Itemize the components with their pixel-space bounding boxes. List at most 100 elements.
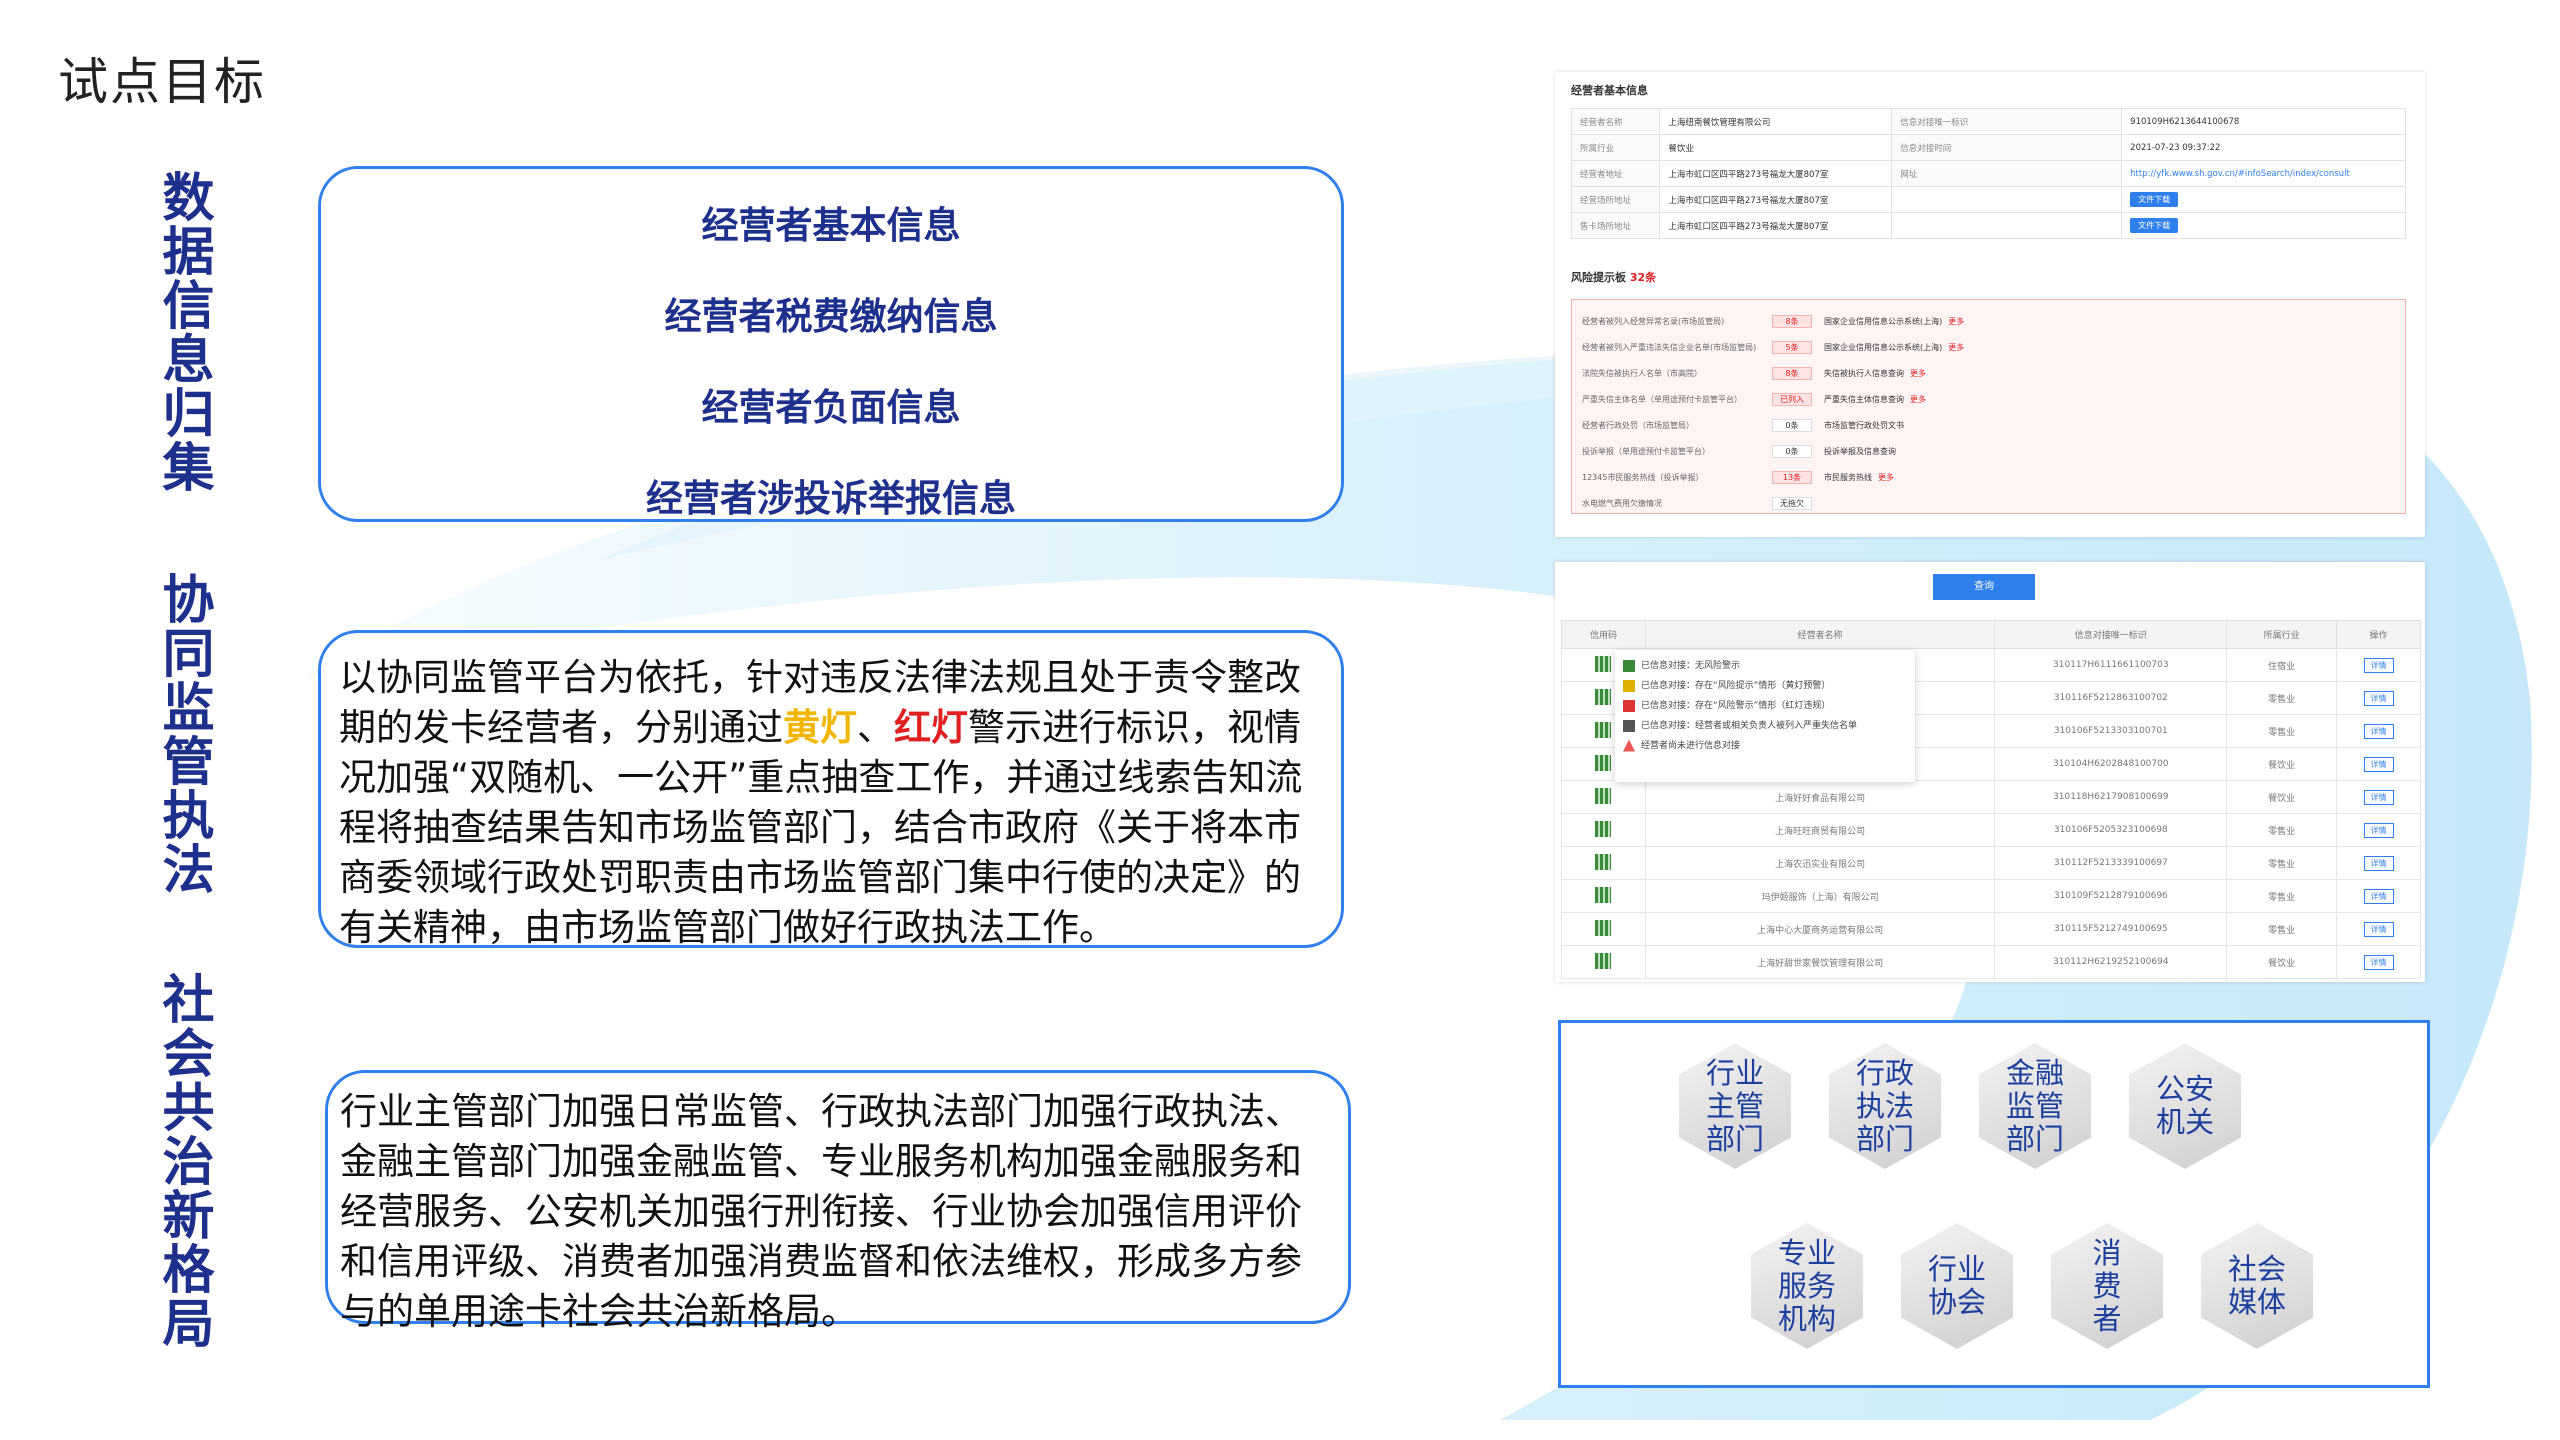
risk-row: 严重失信主体名单（单用途预付卡监管平台） 已列入 严重失信主体信息查询 更多 xyxy=(1582,386,2395,412)
legend-text: 已信息对接：存在“风险警示”情形（红灯违规） xyxy=(1641,701,1831,711)
slide-title: 试点目标 xyxy=(58,53,266,111)
detail-button[interactable]: 详情 xyxy=(2363,954,2394,970)
field-label: 经营者地址 xyxy=(1570,160,1661,187)
risk-row: 12345市民服务热线（投诉举报） 13条 市民服务热线 更多 xyxy=(1582,464,2395,490)
table-header-row: 信用码 经营者名称 信息对接唯一标识 所属行业 操作 xyxy=(1561,620,2421,649)
search-button[interactable]: 查询 xyxy=(1933,574,2035,600)
detail-button[interactable]: 详情 xyxy=(2363,756,2394,772)
industry: 餐饮业 xyxy=(2226,945,2338,979)
field-value: 2021-07-23 09:37:22 xyxy=(2121,134,2406,161)
detail-button[interactable]: 详情 xyxy=(2363,723,2394,739)
credit-qr-icon[interactable] xyxy=(1595,688,1612,705)
more-link[interactable]: 更多 xyxy=(1878,472,1894,483)
file-download-button[interactable]: 文件下载 xyxy=(2130,218,2179,233)
credit-qr-icon[interactable] xyxy=(1595,754,1612,771)
field-label: 售卡场所地址 xyxy=(1570,212,1661,239)
industry: 零售业 xyxy=(2226,912,2338,946)
industry: 零售业 xyxy=(2226,846,2338,880)
hex-financial-regulator: 金融 监管 部门 xyxy=(1979,1043,2091,1169)
credit-qr-icon[interactable] xyxy=(1595,655,1612,672)
risk-row: 经营者被列入严重违法失信企业名单(市场监管局) 5条 国家企业信用信息公示系统(上海… xyxy=(1582,334,2395,360)
data-items-box: 经营者基本信息 经营者税费缴纳信息 经营者负面信息 经营者涉投诉举报信息 xyxy=(318,166,1344,522)
risk-row: 投诉举报（单用途预付卡监管平台） 0条 投诉举报及信息查询 xyxy=(1582,438,2395,464)
risk-badge: 8条 xyxy=(1772,366,1812,380)
table-row: 上海好甜世家餐饮管理有限公司 310112H6219252100694 餐饮业 详情 xyxy=(1561,945,2421,979)
credit-qr-icon[interactable] xyxy=(1595,886,1612,903)
table-row: 上海中心大厦商务运营有限公司 310115F5212749100695 零售业 详情 xyxy=(1561,912,2421,946)
legend-text: 已信息对接：无风险警示 xyxy=(1641,661,1741,671)
credit-qr-icon[interactable] xyxy=(1595,787,1612,804)
credit-qr-icon[interactable] xyxy=(1595,820,1612,837)
operator-name: 上海好甜世家餐饮管理有限公司 xyxy=(1644,945,1996,979)
table-row: 玛伊姬服饰（上海）有限公司 310109F5212879100696 零售业 详情 xyxy=(1561,879,2421,913)
hex-social-media: 社会 媒体 xyxy=(2201,1223,2313,1349)
yellow-light-label: 黄灯 xyxy=(783,706,857,749)
credit-qr-icon[interactable] xyxy=(1595,721,1612,738)
column-header: 信用码 xyxy=(1561,620,1646,649)
table-row: 上海旺旺商贸有限公司 310106F5205323100698 零售业 详情 xyxy=(1561,813,2421,847)
field-value: 上海市虹口区四平路273号福龙大厦807室 xyxy=(1659,186,1893,213)
risk-row: 法院失信被执行人名单（市高院） 8条 失信被执行人信息查询 更多 xyxy=(1582,360,2395,386)
operator-id: 310104H6202848100700 xyxy=(1994,747,2228,781)
table-row: 上海好好食品有限公司 310118H6217908100699 餐饮业 详情 xyxy=(1561,780,2421,814)
risk-row: 经营者行政处罚（市场监管局） 0条 市场监管行政处罚文书 xyxy=(1582,412,2395,438)
field-value xyxy=(1891,186,2123,213)
hex-enforcement-dept: 行政 执法 部门 xyxy=(1829,1043,1941,1169)
enforcement-text-box: 以协同监管平台为依托，针对违反法律法规且处于责令整改期的发卡经营者，分别通过黄灯… xyxy=(318,630,1344,949)
risk-source: 市民服务热线 xyxy=(1824,472,1872,482)
operator-id: 310115F5212749100695 xyxy=(1994,912,2228,946)
risk-board: 经营者被列入经营异常名录(市场监管局) 8条 国家企业信用信息公示系统(上海) 更多 … xyxy=(1571,299,2406,514)
detail-button[interactable]: 详情 xyxy=(2363,888,2394,904)
table-row: 售卡场所地址 上海市虹口区四平路273号福龙大厦807室 文件下载 xyxy=(1570,212,2406,239)
risk-source: 市场监管行政处罚文书 xyxy=(1824,420,1904,430)
field-label: 经营者名称 xyxy=(1570,108,1661,135)
basic-info-table: 经营者名称 上海纽南餐饮管理有限公司 信息对接唯一标识 910109H62136… xyxy=(1570,108,2406,239)
risk-badge: 5条 xyxy=(1772,340,1812,354)
detail-button[interactable]: 详情 xyxy=(2363,855,2394,871)
credit-qr-icon[interactable] xyxy=(1595,853,1612,870)
risk-label: 经营者被列入经营异常名录(市场监管局) xyxy=(1582,316,1725,326)
industry: 零售业 xyxy=(2226,813,2338,847)
heading-social-governance: 社会共治新格局 xyxy=(153,972,213,1350)
heading-coordinated-enforcement: 协同监管执法 xyxy=(153,572,213,896)
credit-qr-icon[interactable] xyxy=(1595,919,1612,936)
file-download-button[interactable]: 文件下载 xyxy=(2130,192,2179,207)
red-light-label: 红灯 xyxy=(894,706,968,749)
detail-button[interactable]: 详情 xyxy=(2363,921,2394,937)
more-link[interactable]: 更多 xyxy=(1948,342,1964,353)
operator-id: 310116F5212863100702 xyxy=(1994,681,2228,715)
risk-label: 法院失信被执行人名单（市高院） xyxy=(1582,368,1702,378)
hex-industry-association: 行业 协会 xyxy=(1901,1223,2013,1349)
risk-source: 失信被执行人信息查询 xyxy=(1824,368,1904,378)
industry: 餐饮业 xyxy=(2226,780,2338,814)
legend-item: 已信息对接：存在“风险警示”情形（红灯违规） xyxy=(1623,696,1907,716)
data-item: 经营者基本信息 xyxy=(701,204,961,247)
legend-text: 已信息对接：存在“风险提示”情形（黄灯预警） xyxy=(1641,681,1831,691)
risk-label: 经营者行政处罚（市场监管局） xyxy=(1582,420,1694,430)
table-row: 经营者地址 上海市虹口区四平路273号福龙大厦807室 网址 http://yf… xyxy=(1570,160,2406,187)
website-link[interactable]: http://yfk.www.sh.gov.cn/#infoSearch/ind… xyxy=(2121,160,2406,187)
warning-icon xyxy=(1623,739,1635,752)
operator-id: 310106F5205323100698 xyxy=(1994,813,2228,847)
governance-text: 行业主管部门加强日常监管、行政执法部门加强行政执法、金融主管部门加强金融监管、专… xyxy=(340,1090,1302,1333)
detail-button[interactable]: 详情 xyxy=(2363,657,2394,673)
detail-button[interactable]: 详情 xyxy=(2363,822,2394,838)
operator-id: 310109F5212879100696 xyxy=(1994,879,2228,913)
more-link[interactable]: 更多 xyxy=(1910,368,1926,379)
operator-name: 上海中心大厦商务运营有限公司 xyxy=(1644,912,1996,946)
more-link[interactable]: 更多 xyxy=(1910,394,1926,405)
data-item: 经营者涉投诉举报信息 xyxy=(646,477,1016,520)
hex-industry-authority: 行业 主管 部门 xyxy=(1679,1043,1791,1169)
credit-qr-icon[interactable] xyxy=(1595,952,1612,969)
table-row: 上海农迅实业有限公司 310112F5213339100697 零售业 详情 xyxy=(1561,846,2421,880)
risk-source: 投诉举报及信息查询 xyxy=(1824,446,1896,456)
risk-label: 投诉举报（单用途预付卡监管平台） xyxy=(1582,446,1710,456)
risk-count: 32条 xyxy=(1629,271,1657,284)
industry: 餐饮业 xyxy=(2226,747,2338,781)
industry: 零售业 xyxy=(2226,714,2338,748)
data-item: 经营者税费缴纳信息 xyxy=(664,295,998,338)
risk-row: 水电燃气费用欠缴情况 无拖欠 xyxy=(1582,490,2395,516)
detail-button[interactable]: 详情 xyxy=(2363,690,2394,706)
more-link[interactable]: 更多 xyxy=(1948,316,1964,327)
detail-button[interactable]: 详情 xyxy=(2363,789,2394,805)
